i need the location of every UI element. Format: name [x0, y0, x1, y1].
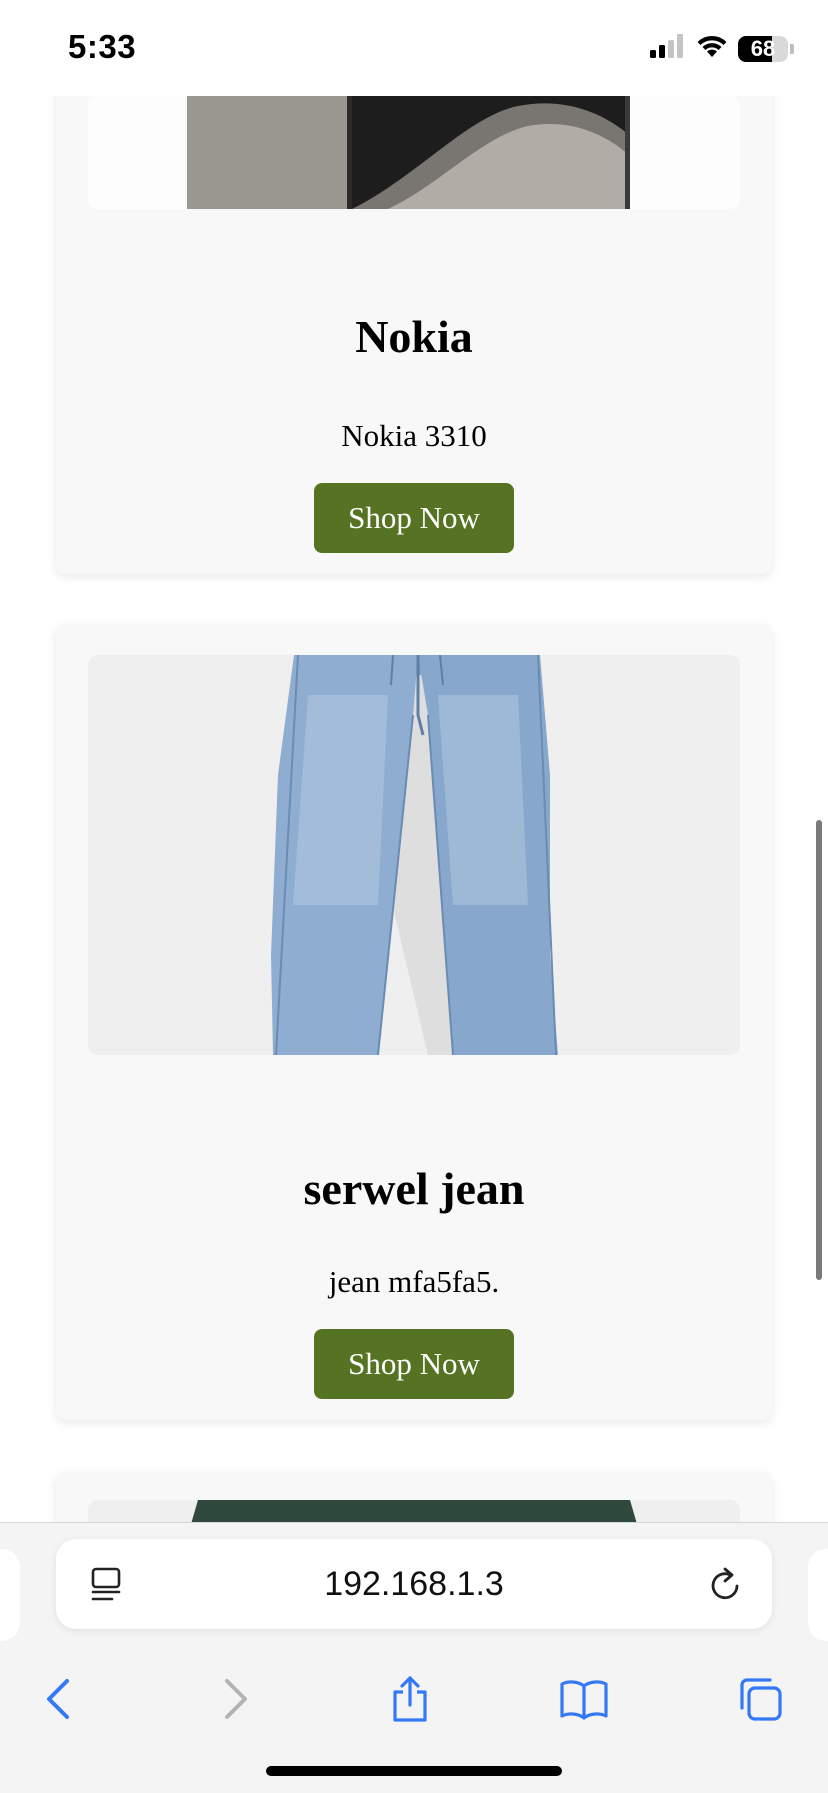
status-icons: 68: [650, 34, 794, 63]
product-image-jean: [88, 655, 740, 1055]
product-title: Nokia: [355, 311, 473, 362]
reload-icon[interactable]: [708, 1565, 744, 1608]
back-chevron-icon: [47, 1679, 69, 1719]
address-bar[interactable]: 192.168.1.3: [56, 1539, 772, 1629]
browser-toolbar: [0, 1655, 828, 1747]
bookmarks-icon: [560, 1680, 608, 1720]
product-title: serwel jean: [303, 1163, 525, 1214]
wifi-icon: [696, 34, 728, 63]
previous-tab-peek[interactable]: [0, 1549, 20, 1641]
safari-bottom-bar: 192.168.1.3: [0, 1522, 828, 1793]
status-bar: 5:33 68: [0, 0, 828, 96]
shop-now-button[interactable]: Shop Now: [314, 483, 514, 553]
battery-icon: 68: [738, 35, 788, 62]
tabs-button[interactable]: [728, 1667, 792, 1731]
battery-level: 68: [750, 35, 776, 61]
next-tab-peek[interactable]: [808, 1549, 828, 1641]
product-card-jean: serwel jean jean mfa5fa5. Shop Now: [56, 624, 772, 1420]
share-button[interactable]: [378, 1667, 442, 1731]
battery-cap: [790, 43, 794, 54]
scrollbar-thumb[interactable]: [816, 820, 822, 1280]
home-indicator: [266, 1766, 562, 1776]
product-description: Nokia 3310: [341, 418, 487, 453]
url-text[interactable]: 192.168.1.3: [56, 1539, 772, 1629]
product-description: jean mfa5fa5.: [328, 1264, 500, 1299]
product-image-nokia: [88, 96, 740, 209]
back-button[interactable]: [26, 1667, 90, 1731]
shop-now-button[interactable]: Shop Now: [314, 1329, 514, 1399]
status-time: 5:33: [68, 28, 137, 65]
share-icon: [393, 1676, 427, 1722]
tabs-icon: [740, 1678, 782, 1721]
cellular-signal-icon: [650, 34, 686, 63]
bookmarks-button[interactable]: [552, 1667, 616, 1731]
forward-button[interactable]: [204, 1667, 268, 1731]
product-card-nokia: Nokia Nokia 3310 Shop Now: [56, 40, 772, 574]
forward-chevron-icon: [225, 1679, 247, 1719]
